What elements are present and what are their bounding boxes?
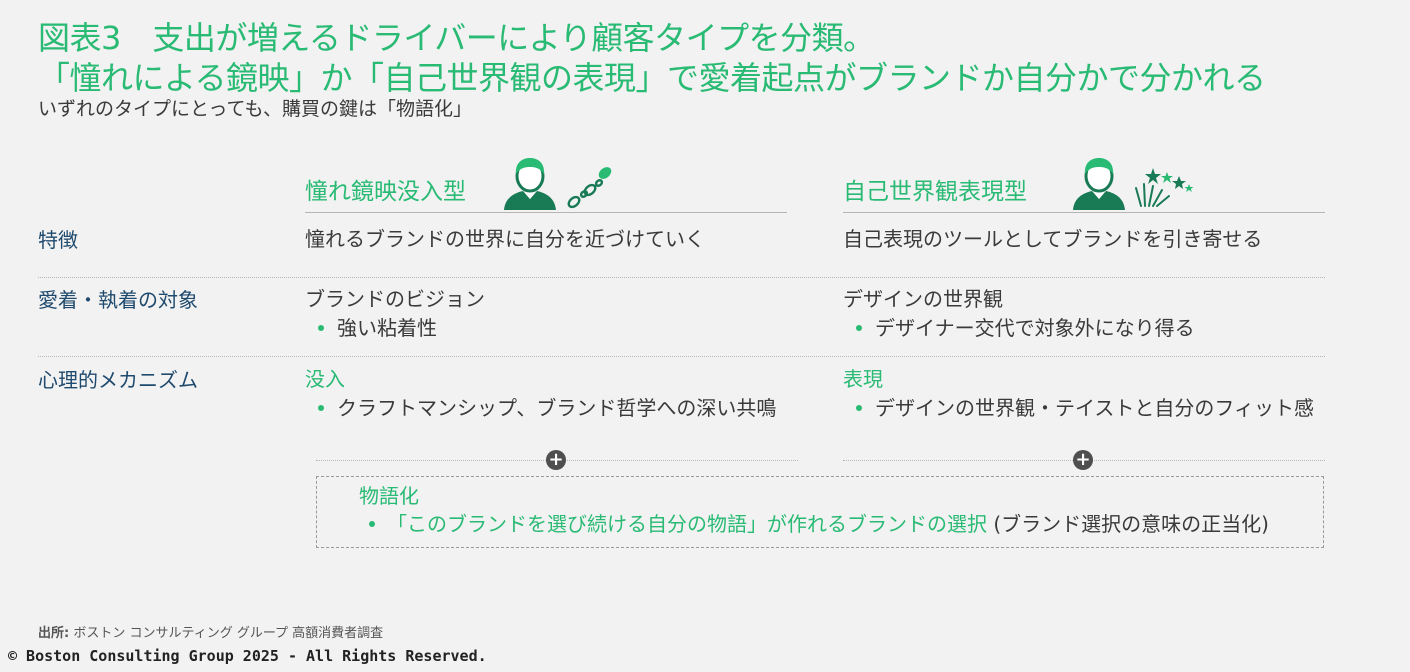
cell-heading: 没入 — [305, 367, 345, 391]
bullet-text: 強い粘着性 — [337, 316, 437, 340]
cell-attachment-self-expression: デザインの世界観 デザイナー交代で対象外になり得る — [843, 285, 1195, 343]
footprints-icon — [567, 167, 612, 209]
column-title-self-expression: 自己世界観表現型 — [843, 179, 1027, 205]
column-icons-aspiration — [502, 152, 614, 210]
cell-characteristics-self-expression: 自己表現のツールとしてブランドを引き寄せる — [843, 225, 1262, 254]
column-header-self-expression: 自己世界観表現型 — [843, 150, 1325, 213]
bullet-dot — [369, 520, 375, 527]
person-icon — [1073, 158, 1125, 210]
bullet-dot — [856, 404, 862, 411]
column-header-aspiration: 憧れ鏡映没入型 — [305, 150, 787, 213]
cell-mechanism-self-expression: 表現 デザインの世界観・テイストと自分のフィット感 — [843, 365, 1314, 423]
bullet-item: デザインの世界観・テイストと自分のフィット感 — [843, 394, 1314, 423]
source-text: ボストン コンサルティング グループ 高額消費者調査 — [69, 626, 384, 641]
copyright: © Boston Consulting Group 2025 - All Rig… — [8, 647, 487, 665]
storytelling-box: 物語化 「このブランドを選び続ける自分の物語」が作れるブランドの選択 (ブランド… — [316, 476, 1324, 548]
plus-icon: + — [1073, 450, 1093, 470]
cell-characteristics-aspiration: 憧れるブランドの世界に自分を近づけていく — [305, 225, 705, 254]
source-note: 出所: ボストン コンサルティング グループ 高額消費者調査 — [38, 626, 383, 642]
cell-text: ブランドのビジョン — [305, 287, 485, 311]
row-label-characteristics: 特徴 — [38, 228, 78, 252]
bullet-text: デザインの世界観・テイストと自分のフィット感 — [875, 396, 1314, 420]
cell-text: 自己表現のツールとしてブランドを引き寄せる — [843, 227, 1263, 251]
cell-heading: 表現 — [843, 367, 883, 391]
row-divider — [38, 277, 1325, 278]
row-label-attachment-target: 愛着・執着の対象 — [38, 288, 198, 312]
title-line-1: 図表3 支出が増えるドライバーにより顧客タイプを分類。 — [38, 19, 875, 57]
bullet-dot — [318, 404, 324, 411]
bullet-dot — [856, 324, 862, 331]
person-icon — [504, 158, 556, 210]
story-bullet: 「このブランドを選び続ける自分の物語」が作れるブランドの選択 (ブランド選択の意… — [369, 510, 1269, 538]
page-subtitle: いずれのタイプにとっても、購買の鍵は「物語化」 — [38, 98, 472, 120]
fireworks-icon — [1135, 168, 1194, 207]
cell-mechanism-aspiration: 没入 クラフトマンシップ、ブランド哲学への深い共鳴 — [305, 365, 776, 423]
column-title-aspiration: 憧れ鏡映没入型 — [305, 179, 466, 205]
story-heading: 物語化 — [359, 484, 419, 508]
page-title: 図表3 支出が増えるドライバーにより顧客タイプを分類。 「憧れによる鏡映」か「自… — [38, 18, 1398, 98]
bullet-text: クラフトマンシップ、ブランド哲学への深い共鳴 — [337, 396, 777, 420]
bullet-item: デザイナー交代で対象外になり得る — [843, 314, 1195, 343]
bullet-item: クラフトマンシップ、ブランド哲学への深い共鳴 — [305, 394, 776, 423]
source-label: 出所: — [38, 626, 70, 641]
cell-attachment-aspiration: ブランドのビジョン 強い粘着性 — [305, 285, 485, 343]
title-line-2: 「憧れによる鏡映」か「自己世界観の表現」で愛着起点がブランドか自分かで分かれる — [38, 59, 1266, 97]
row-divider — [38, 356, 1325, 357]
cell-text: デザインの世界観 — [843, 287, 1003, 311]
bullet-item: 強い粘着性 — [305, 314, 485, 343]
story-highlight: 「このブランドを選び続ける自分の物語」が作れるブランドの選択 — [387, 512, 987, 536]
bullet-dot — [318, 324, 324, 331]
cell-text: 憧れるブランドの世界に自分を近づけていく — [305, 227, 705, 251]
story-note: (ブランド選択の意味の正当化) — [987, 512, 1269, 536]
row-label-psychological-mechanism: 心理的メカニズム — [38, 368, 198, 392]
bullet-text: デザイナー交代で対象外になり得る — [875, 316, 1195, 340]
plus-icon: + — [546, 450, 566, 470]
column-icons-self-expression — [1071, 152, 1195, 210]
